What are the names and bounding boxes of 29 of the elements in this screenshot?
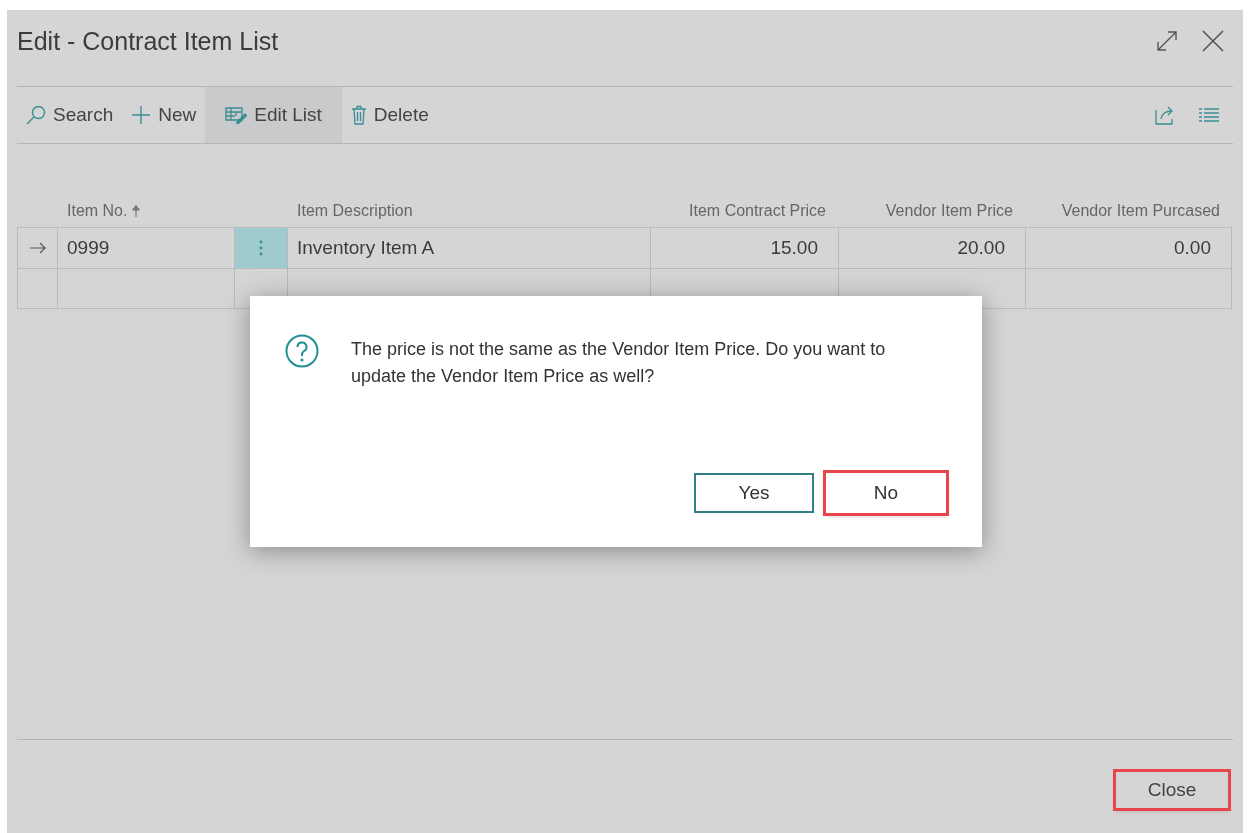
toolbar-button[interactable]: Edit List [205,87,342,143]
window-title: Edit - Contract Item List [17,26,279,57]
row-arrow-icon [29,242,46,254]
column-header[interactable]: Vendor Item Price [838,194,1025,227]
toolbar-button[interactable]: New [122,87,206,143]
more-icon [259,240,263,256]
close-button[interactable]: Close [1116,772,1228,808]
table-cell: 15.00 [650,227,838,268]
column-header[interactable]: Item Description [287,194,650,227]
dialog-button[interactable]: No [826,473,946,513]
toolbar-button[interactable]: Search [17,87,123,143]
table-cell: 0.00 [1025,227,1232,268]
column-header[interactable]: Vendor Item Purcased [1025,194,1232,227]
toolbar-button[interactable]: Delete [341,87,438,143]
column-header[interactable]: Item Contract Price [650,194,838,227]
plus-icon [131,105,152,125]
table-cell: Inventory Item A [287,227,650,268]
dialog-message: The price is not the same as the Vendor Item Price. Do you want to update the Vendor Item Price as well? [351,338,887,388]
close-icon[interactable] [1201,29,1225,53]
list-icon[interactable] [1199,107,1219,123]
sort-arrow-icon [132,204,141,217]
table-edit-icon [225,106,248,124]
expand-icon[interactable] [1155,29,1179,53]
dialog-button[interactable]: Yes [694,473,814,513]
table-cell: 20.00 [838,227,1025,268]
search-icon [26,105,46,125]
question-icon [285,334,319,368]
column-header[interactable]: Item No. [57,194,234,227]
trash-icon [350,105,367,125]
